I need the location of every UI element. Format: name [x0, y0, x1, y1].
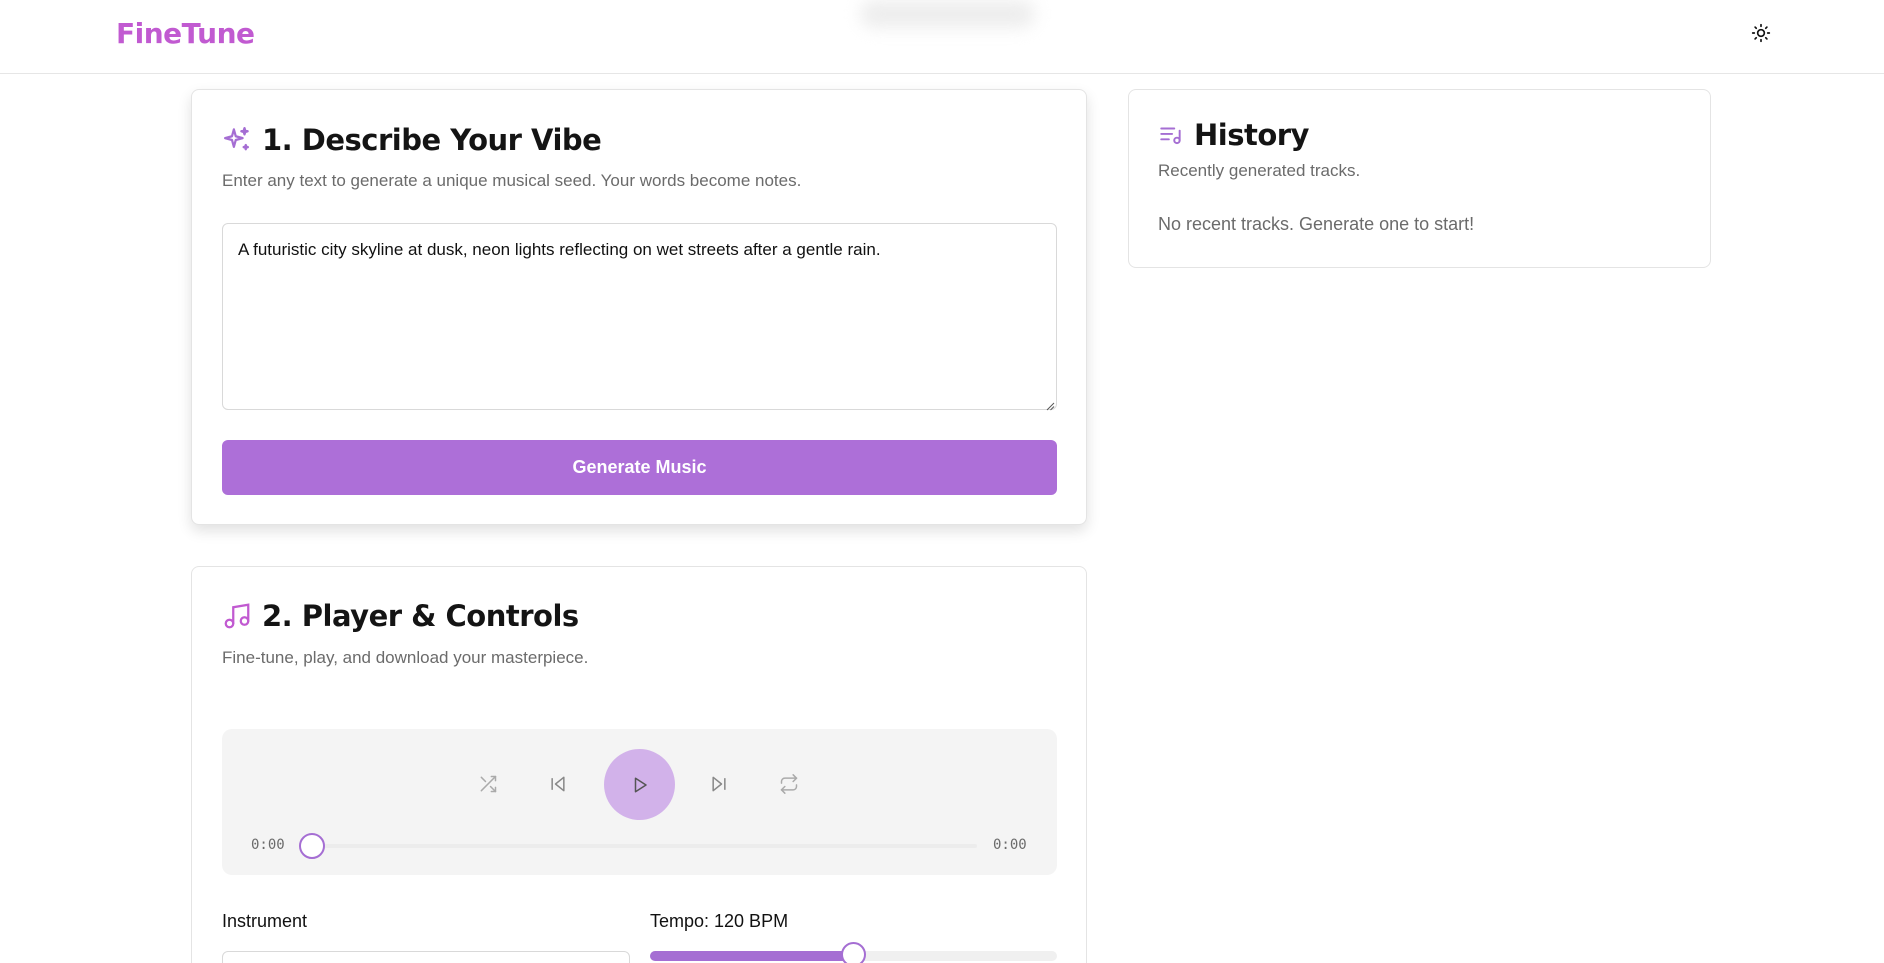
theme-toggle-button[interactable]	[1748, 20, 1774, 46]
history-title: History	[1158, 118, 1309, 152]
total-time: 0:00	[993, 837, 1027, 853]
instrument-select[interactable]	[222, 951, 630, 963]
player-card: 2. Player & Controls Fine-tune, play, an…	[191, 566, 1087, 963]
resize-grip-icon[interactable]	[1045, 398, 1055, 411]
music-list-icon	[1158, 122, 1184, 148]
seek-bar[interactable]	[312, 844, 977, 848]
blurred-pill	[860, 0, 1035, 28]
player-title-text: 2. Player & Controls	[262, 599, 579, 633]
vibe-text-input[interactable]: A futuristic city skyline at dusk, neon …	[222, 223, 1057, 410]
generate-music-button[interactable]: Generate Music	[222, 440, 1057, 495]
player-subtitle: Fine-tune, play, and download your maste…	[222, 648, 589, 667]
current-time: 0:00	[251, 837, 285, 853]
next-icon	[709, 774, 729, 794]
tempo-slider-fill	[650, 951, 854, 961]
instrument-label: Instrument	[222, 911, 308, 931]
next-button[interactable]	[704, 769, 734, 799]
shuffle-icon	[478, 774, 498, 794]
app-logo[interactable]: FineTune	[116, 17, 255, 50]
play-icon	[631, 776, 649, 794]
previous-button[interactable]	[543, 769, 573, 799]
describe-card: 1. Describe Your Vibe Enter any text to …	[191, 89, 1087, 525]
sparkles-icon	[222, 125, 252, 155]
tempo-slider-thumb[interactable]	[841, 942, 866, 963]
tempo-label: Tempo: 120 BPM	[650, 911, 789, 931]
seek-thumb[interactable]	[299, 833, 325, 859]
repeat-icon	[779, 774, 799, 794]
previous-icon	[548, 774, 568, 794]
music-note-icon	[222, 601, 252, 631]
history-subtitle: Recently generated tracks.	[1158, 161, 1361, 180]
describe-title: 1. Describe Your Vibe	[222, 123, 602, 157]
describe-subtitle: Enter any text to generate a unique musi…	[222, 171, 802, 190]
history-card: History Recently generated tracks. No re…	[1128, 89, 1711, 268]
describe-title-text: 1. Describe Your Vibe	[262, 123, 602, 157]
audio-player: 0:00 0:00	[222, 729, 1057, 875]
repeat-button[interactable]	[774, 769, 804, 799]
history-empty-text: No recent tracks. Generate one to start!	[1158, 214, 1475, 234]
shuffle-button[interactable]	[473, 769, 503, 799]
player-title: 2. Player & Controls	[222, 599, 579, 633]
sun-icon	[1751, 23, 1771, 43]
play-button[interactable]	[604, 749, 675, 820]
history-title-text: History	[1194, 118, 1309, 152]
top-bar: FineTune	[0, 0, 1884, 74]
